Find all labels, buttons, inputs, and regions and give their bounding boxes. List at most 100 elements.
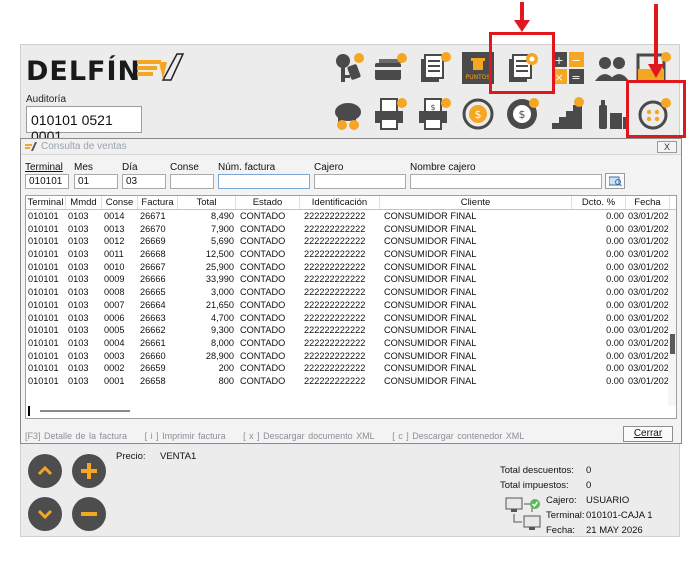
table-cell: 03/01/2026 0 <box>628 274 670 285</box>
table-row[interactable]: 010101 0103 0011 26668 12,500 CONTADO 22222222… <box>26 248 676 261</box>
logo-mark-icon <box>137 53 185 81</box>
column-header[interactable]: Factura <box>138 196 178 209</box>
mes-field[interactable]: 01 <box>74 174 118 189</box>
plus-icon <box>81 463 97 479</box>
key-tag-icon[interactable] <box>328 48 368 88</box>
table-cell: 26669 <box>140 236 166 247</box>
factura-field[interactable] <box>218 174 310 189</box>
search-button[interactable] <box>605 173 625 189</box>
table-row[interactable]: 010101 0103 0001 26658 800 CONTADO 22222222222… <box>26 375 676 388</box>
table-cell: CONTADO <box>240 287 286 298</box>
table-row[interactable]: 010101 0103 0012 26669 5,690 CONTADO 222222222… <box>26 235 676 248</box>
credit-card-icon[interactable] <box>370 48 410 88</box>
conse-field[interactable] <box>170 174 214 189</box>
cash-printer-icon[interactable]: $ <box>414 94 454 134</box>
auditoria-label: Auditoría <box>26 94 67 105</box>
table-cell: 0.00 <box>606 325 624 336</box>
table-cell: 222222222222 <box>304 337 366 348</box>
shortcut-contenedor: [ c ] Descargar contenedor XML <box>392 431 525 441</box>
terminal-label-bottom: Terminal: <box>546 510 585 521</box>
money-cycle-icon[interactable]: $ <box>458 94 498 134</box>
column-header[interactable]: Mmdd <box>66 196 102 209</box>
column-header[interactable]: Dcto. % <box>572 196 626 209</box>
stairs-chart-icon[interactable] <box>548 94 588 134</box>
table-row[interactable]: 010101 0103 0004 26661 8,000 CONTADO 222222222… <box>26 337 676 350</box>
table-cell: 03/01/2026 0 <box>628 337 670 348</box>
add-button[interactable] <box>72 454 106 488</box>
column-header[interactable]: Total <box>178 196 236 209</box>
table-cell: 200 <box>218 363 234 374</box>
dialog-titlebar: Consulta de ventas <box>21 139 681 155</box>
table-cell: CONTADO <box>240 363 286 374</box>
column-header[interactable]: Conse <box>102 196 138 209</box>
cerrar-button[interactable]: Cerrar <box>623 426 673 442</box>
total-descuentos-label: Total descuentos: <box>500 465 574 476</box>
up-button[interactable] <box>28 454 62 488</box>
table-row[interactable]: 010101 0103 0003 26660 28,900 CONTADO 22222222… <box>26 350 676 363</box>
table-cell: 0103 <box>68 312 89 323</box>
table-cell: CONSUMIDOR FINAL <box>384 211 477 221</box>
terminal-field[interactable]: 010101 <box>25 174 69 189</box>
printer-doc-icon[interactable] <box>370 94 410 134</box>
total-descuentos-value: 0 <box>586 465 592 476</box>
svg-text:+: + <box>554 54 563 67</box>
table-cell: 222222222222 <box>304 287 366 298</box>
table-row[interactable]: 010101 0103 0014 26671 8,490 CONTADO 222222222… <box>26 210 676 223</box>
table-cell: 0013 <box>104 223 125 234</box>
table-cell: 0.00 <box>606 236 624 247</box>
column-header[interactable]: Estado <box>236 196 300 209</box>
nombre-cajero-field[interactable] <box>410 174 602 189</box>
remove-button[interactable] <box>72 497 106 531</box>
table-row[interactable]: 010101 0103 0010 26667 25,900 CONTADO 22222222… <box>26 261 676 274</box>
network-status-icon <box>505 497 541 530</box>
table-cell: 03/01/2026 0 <box>628 223 670 234</box>
shortcut-detalle: [F3] Detalle de la factura <box>25 431 128 441</box>
vertical-scroll-thumb[interactable] <box>670 334 675 354</box>
documents-icon[interactable] <box>414 48 454 88</box>
table-row[interactable]: 010101 0103 0007 26664 21,650 CONTADO 22222222… <box>26 299 676 312</box>
shortcut-imprimir: [ i ] Imprimir factura <box>144 431 226 441</box>
piggy-bank-icon[interactable] <box>328 94 368 134</box>
table-cell: 03/01/2026 0 <box>628 312 670 323</box>
table-cell: 0.00 <box>606 287 624 298</box>
column-header[interactable]: Identificación <box>300 196 380 209</box>
column-header[interactable]: Terminal <box>26 196 66 209</box>
table-row[interactable]: 010101 0103 0013 26670 7,900 CONTADO 222222222… <box>26 223 676 236</box>
table-cell: 222222222222 <box>304 223 366 234</box>
table-cell: 03/01/2026 0 <box>628 299 670 310</box>
dialog-close-button[interactable]: X <box>657 141 677 153</box>
table-cell: 010101 <box>28 363 59 374</box>
table-cell: 0103 <box>68 299 89 310</box>
table-cell: CONTADO <box>240 325 286 336</box>
table-row[interactable]: 010101 0103 0009 26666 33,990 CONTADO 22222222… <box>26 273 676 286</box>
table-cell: 0.00 <box>606 363 624 374</box>
table-row[interactable]: 010101 0103 0006 26663 4,700 CONTADO 222222222… <box>26 312 676 325</box>
vertical-scrollbar[interactable] <box>668 210 676 406</box>
table-cell: 26671 <box>140 211 166 221</box>
grid-body: 010101 0103 0014 26671 8,490 CONTADO 222222222… <box>26 210 676 388</box>
table-cell: CONSUMIDOR FINAL <box>384 299 477 310</box>
table-cell: 0103 <box>68 375 89 386</box>
table-row[interactable]: 010101 0103 0008 26665 3,000 CONTADO 222222222… <box>26 286 676 299</box>
puntos-label: PUNTOS <box>466 74 491 81</box>
table-cell: 26661 <box>140 337 166 348</box>
conse-label: Conse <box>170 162 199 173</box>
cajero-field[interactable] <box>314 174 406 189</box>
horizontal-scroll-thumb[interactable] <box>40 410 130 412</box>
table-cell: 0.00 <box>606 274 624 285</box>
down-button[interactable] <box>28 497 62 531</box>
red-arrow-icon <box>648 4 664 78</box>
money-gear-icon[interactable]: $ <box>502 94 542 134</box>
dia-field[interactable]: 03 <box>122 174 166 189</box>
total-impuestos-value: 0 <box>586 480 592 491</box>
column-header[interactable]: Cliente <box>380 196 572 209</box>
auditoria-field[interactable]: 010101 0521 0001 <box>26 106 142 144</box>
table-cell: 0.00 <box>606 337 624 348</box>
table-row[interactable]: 010101 0103 0005 26662 9,300 CONTADO 222222222… <box>26 324 676 337</box>
fecha-value: 21 MAY 2026 <box>586 525 643 536</box>
table-cell: 03/01/2026 0 <box>628 325 670 336</box>
table-row[interactable]: 010101 0103 0002 26659 200 CONTADO 22222222222… <box>26 362 676 375</box>
table-cell: 010101 <box>28 261 59 272</box>
table-cell: 0103 <box>68 274 89 285</box>
column-header[interactable]: Fecha <box>626 196 670 209</box>
